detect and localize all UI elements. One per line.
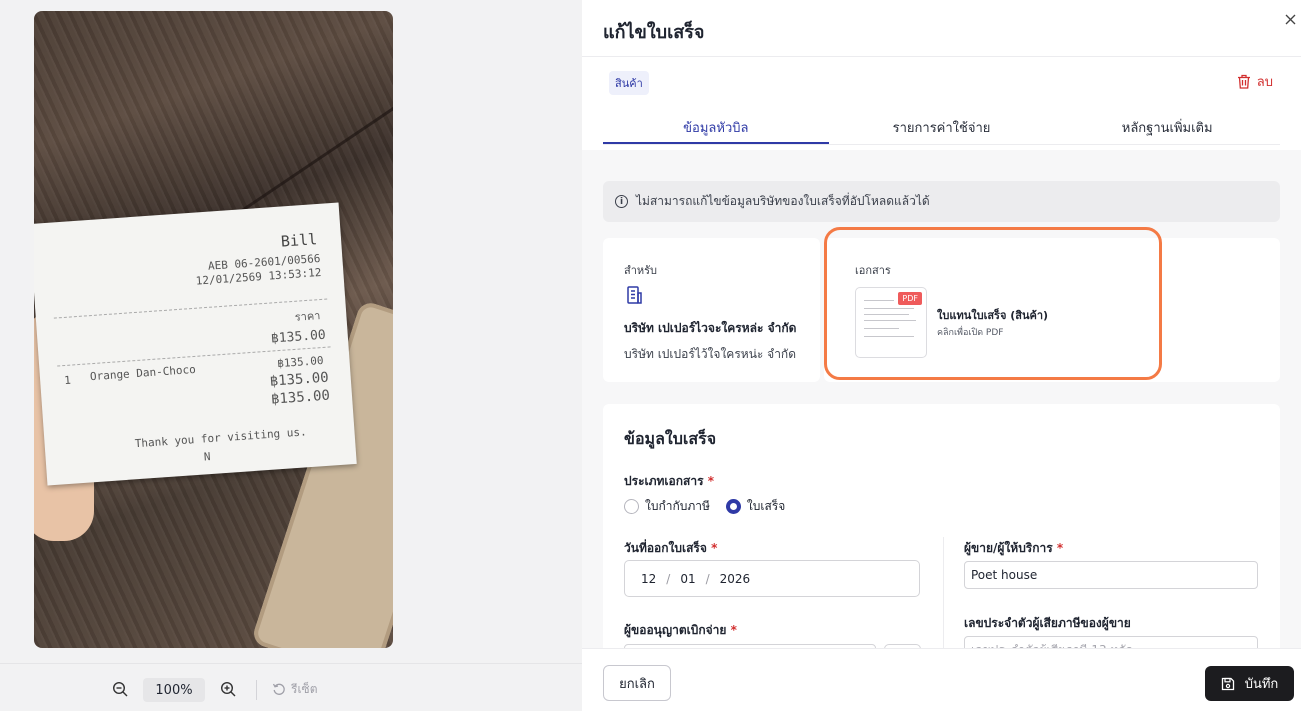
edit-receipt-panel: แก้ไขใบเสร็จ สินค้า ลบ ข้อมูลหัวบิล รายก… — [582, 0, 1301, 711]
date-separator: / — [705, 571, 710, 586]
date-year[interactable]: 2026 — [720, 572, 751, 586]
reset-button[interactable]: รีเซ็ต — [272, 678, 317, 700]
panel-footer: ยกเลิก บันทึก — [582, 648, 1301, 711]
trash-icon — [1237, 74, 1250, 89]
doc-type-radio-group: ใบกำกับภาษี ใบเสร็จ — [624, 497, 785, 516]
radio-label: ใบกำกับภาษี — [645, 499, 710, 513]
approver-label-text: ผู้ขออนุญาตเบิกจ่าย — [624, 623, 727, 637]
category-tag: สินค้า — [609, 71, 649, 95]
zoom-out-button[interactable] — [109, 678, 131, 700]
reset-label: รีเซ็ต — [291, 681, 318, 696]
paper-receipt: Bill AEB 06-2601/00566 12/01/2569 13:53:… — [34, 202, 357, 486]
receipt-line: ราคา — [294, 309, 321, 324]
receipt-line: Thank you for visiting us. — [134, 425, 308, 451]
receipt-price: ฿135.00 — [276, 353, 324, 371]
tab-expense-items[interactable]: รายการค่าใช้จ่าย — [829, 106, 1055, 144]
toolbar-divider — [256, 680, 257, 700]
radio-circle-selected[interactable] — [725, 499, 741, 514]
panel-scroll-area[interactable]: i ไม่สามารถแก้ไขข้อมูลบริษัทของใบเสร็จที… — [582, 150, 1301, 648]
title-divider — [582, 56, 1301, 57]
info-notice: i ไม่สามารถแก้ไขข้อมูลบริษัทของใบเสร็จที… — [603, 181, 1280, 222]
panel-title: แก้ไขใบเสร็จ — [603, 22, 705, 43]
vendor-label-text: ผู้ขาย/ผู้ให้บริการ — [964, 541, 1053, 555]
tax-id-input[interactable]: เลขประจำตัวผู้เสียภาษี 13 หลัก — [964, 636, 1258, 648]
tax-id-label: เลขประจำตัวผู้เสียภาษีของผู้ขาย — [964, 616, 1131, 630]
notice-text: ไม่สามารถแก้ไขข้อมูลบริษัทของใบเสร็จที่อ… — [636, 194, 930, 208]
section-title: ข้อมูลใบเสร็จ — [624, 429, 717, 448]
preview-pane: Bill AEB 06-2601/00566 12/01/2569 13:53:… — [0, 0, 582, 711]
company-name: บริษัท เปเปอร์ไวจะใครหล่ะ จำกัด — [624, 321, 797, 335]
receipt-photo: Bill AEB 06-2601/00566 12/01/2569 13:53:… — [34, 11, 393, 648]
zoom-in-icon — [220, 681, 236, 697]
date-month[interactable]: 01 — [680, 572, 695, 586]
for-label: สำหรับ — [624, 264, 658, 277]
required-mark: * — [730, 623, 737, 637]
info-icon: i — [615, 195, 628, 208]
close-button[interactable] — [1281, 10, 1299, 28]
save-icon — [1221, 677, 1234, 690]
approver-label: ผู้ขออนุญาตเบิกจ่าย * — [624, 621, 737, 640]
required-mark: * — [707, 474, 714, 488]
radio-label: ใบเสร็จ — [746, 499, 786, 513]
preview-toolbar: 100% รีเซ็ต — [0, 663, 582, 711]
column-divider — [943, 537, 944, 648]
save-label: บันทึก — [1244, 677, 1279, 692]
delete-label: ลบ — [1256, 75, 1273, 90]
receipt-price: ฿135.00 — [270, 387, 331, 408]
zoom-level: 100% — [143, 678, 205, 702]
date-day[interactable]: 12 — [641, 572, 656, 586]
company-name-secondary: บริษัท เปเปอร์ไว้ใจใครหน่ะ จำกัด — [624, 347, 796, 361]
required-mark: * — [711, 541, 718, 555]
tab-additional-evidence[interactable]: หลักฐานเพิ่มเติม — [1054, 106, 1280, 144]
date-separator: / — [666, 571, 671, 586]
save-button[interactable]: บันทึก — [1205, 666, 1294, 701]
doc-type-label: ประเภทเอกสาร * — [624, 472, 714, 491]
zoom-out-icon — [112, 681, 128, 697]
zoom-in-button[interactable] — [217, 678, 239, 700]
receipt-price: ฿135.00 — [270, 327, 327, 347]
building-icon — [627, 286, 642, 304]
radio-tax-invoice[interactable]: ใบกำกับภาษี — [624, 497, 710, 516]
reset-icon — [272, 683, 285, 695]
tab-header-info[interactable]: ข้อมูลหัวบิล — [603, 106, 829, 144]
for-company-card: สำหรับ บริษัท เปเปอร์ไวจะใครหล่ะ จำกัด บ… — [603, 238, 820, 382]
receipt-title: Bill — [280, 230, 318, 251]
receipt-line: Orange Dan-Choco — [89, 362, 197, 384]
cancel-button[interactable]: ยกเลิก — [603, 665, 671, 701]
receipt-info-card: ข้อมูลใบเสร็จ ประเภทเอกสาร * ใบกำกับภาษี… — [603, 404, 1280, 648]
radio-circle[interactable] — [624, 499, 639, 514]
highlight-frame — [824, 227, 1162, 380]
close-icon — [1285, 14, 1295, 24]
receipt-price: ฿135.00 — [269, 369, 330, 390]
issue-date-label: วันที่ออกใบเสร็จ * — [624, 539, 717, 558]
issue-date-field[interactable]: 12 / 01 / 2026 — [624, 560, 920, 597]
receipt-line: 1 — [63, 373, 72, 388]
required-mark: * — [1056, 541, 1064, 555]
tab-bar: ข้อมูลหัวบิล รายการค่าใช้จ่าย หลักฐานเพิ… — [603, 106, 1280, 145]
receipt-divider — [53, 298, 328, 319]
vendor-input[interactable]: Poet house — [964, 561, 1258, 589]
vendor-label: ผู้ขาย/ผู้ให้บริการ * — [964, 539, 1063, 558]
delete-button[interactable]: ลบ — [1237, 71, 1273, 92]
doc-type-label-text: ประเภทเอกสาร — [624, 474, 704, 488]
receipt-line: N — [203, 450, 211, 464]
issue-date-label-text: วันที่ออกใบเสร็จ — [624, 541, 707, 555]
radio-receipt[interactable]: ใบเสร็จ — [725, 497, 786, 516]
